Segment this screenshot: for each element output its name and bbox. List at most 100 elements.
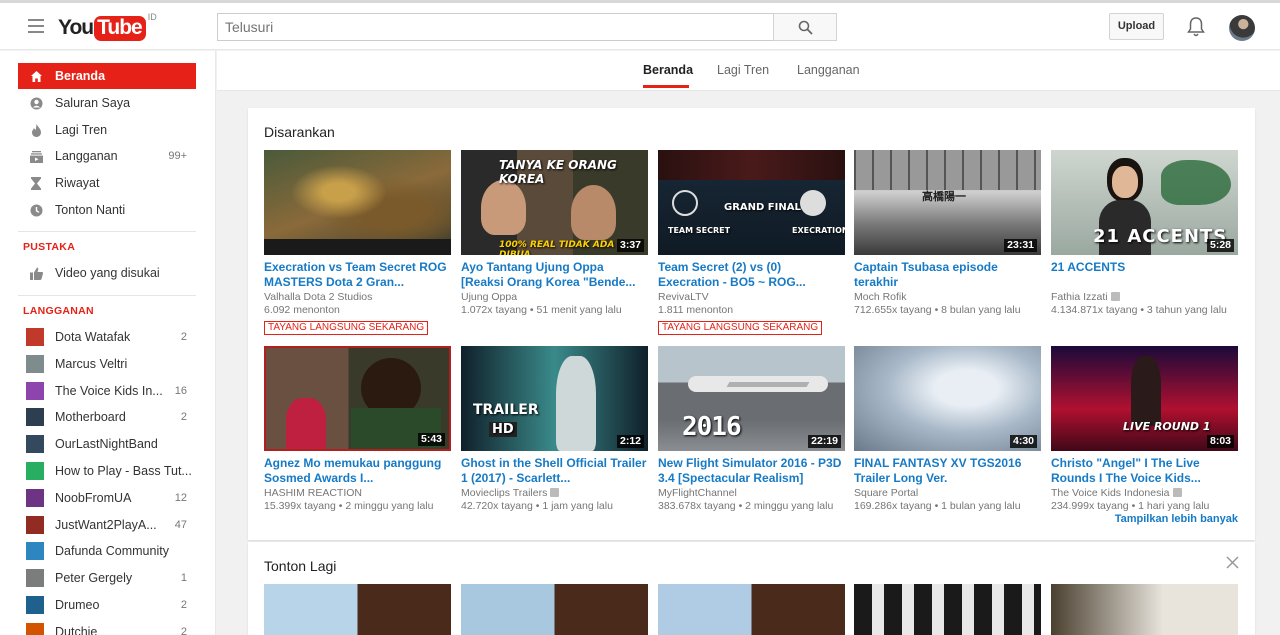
sidebar-item-label: Saluran Saya	[55, 96, 131, 110]
video-thumbnail[interactable]: 21 ACCENTS 5:28	[1051, 150, 1238, 255]
video-thumbnail[interactable]	[854, 584, 1041, 635]
video-thumbnail[interactable]: 2016 22:19	[658, 346, 845, 451]
sidebar-subscription-item[interactable]: Drumeo 2	[18, 592, 196, 618]
video-card[interactable]: 4:30 FINAL FANTASY XV TGS2016 Trailer Lo…	[854, 346, 1041, 513]
video-card[interactable]: GRAND FINAL TEAM SECRET EXECRATION Team …	[658, 150, 845, 335]
sidebar-subscription-item[interactable]: Dota Watafak 2	[18, 324, 196, 350]
sidebar: Beranda Saluran Saya Lagi Tren Langganan…	[0, 51, 216, 635]
video-thumbnail[interactable]: 高橋陽一 23:31	[854, 150, 1041, 255]
notifications-bell-icon[interactable]	[1186, 16, 1206, 38]
video-title[interactable]: 21 ACCENTS	[1051, 260, 1238, 290]
video-card[interactable]: TANYA KE ORANG KOREA 100% REAL TIDAK ADA…	[461, 150, 648, 317]
show-more-link[interactable]: Tampilkan lebih banyak	[1115, 513, 1238, 525]
thumbnail-caption: LIVE ROUND 1	[1123, 420, 1211, 433]
sidebar-subscription-item[interactable]: How to Play - Bass Tut...	[18, 458, 196, 484]
search-input[interactable]	[217, 13, 774, 41]
video-channel[interactable]: Valhalla Dota 2 Studios	[264, 291, 451, 304]
thumbnail-caption: HD	[489, 422, 517, 437]
video-thumbnail[interactable]: TANYA KE ORANG KOREA 100% REAL TIDAK ADA…	[461, 150, 648, 255]
sidebar-item-label: JustWant2PlayA...	[55, 517, 157, 532]
sidebar-subscription-item[interactable]: NoobFromUA 12	[18, 485, 196, 511]
sidebar-item-riwayat[interactable]: Riwayat	[18, 170, 196, 196]
video-meta: 4.134.871x tayang • 3 tahun yang lalu	[1051, 304, 1227, 316]
sidebar-item-beranda[interactable]: Beranda	[18, 63, 196, 89]
video-card[interactable]: TRAILER HD 2:12 Ghost in the Shell Offic…	[461, 346, 648, 513]
sidebar-item-langganan[interactable]: Langganan 99+	[18, 143, 196, 169]
sidebar-subscription-item[interactable]: Dutchie 2	[18, 619, 196, 635]
video-channel[interactable]: Movieclips Trailers	[461, 487, 648, 500]
video-thumbnail[interactable]: 4:30	[854, 346, 1041, 451]
channel-avatar	[26, 488, 44, 507]
account-avatar[interactable]	[1229, 15, 1255, 41]
video-channel[interactable]: RevivaLTV	[658, 291, 845, 304]
video-title[interactable]: Ayo Tantang Ujung Oppa [Reaksi Orang Kor…	[461, 260, 648, 290]
youtube-logo[interactable]: You Tube ID	[58, 12, 157, 42]
sidebar-item-lagi-tren[interactable]: Lagi Tren	[18, 117, 196, 143]
sidebar-subscription-item[interactable]: Motherboard 2	[18, 404, 196, 430]
video-channel[interactable]: Square Portal	[854, 487, 1041, 500]
video-duration: 3:37	[616, 239, 644, 252]
video-title[interactable]: Agnez Mo memukau panggung Sosmed Awards …	[264, 456, 451, 486]
sidebar-item-tonton-nanti[interactable]: Tonton Nanti	[18, 197, 196, 223]
video-thumbnail[interactable]	[658, 584, 845, 635]
sidebar-subscription-item[interactable]: Dafunda Community	[18, 538, 196, 564]
upload-button[interactable]: Upload	[1109, 13, 1164, 40]
sidebar-subscription-item[interactable]: The Voice Kids In... 16	[18, 378, 196, 404]
library-heading: PUSTAKA	[23, 241, 76, 253]
video-thumbnail[interactable]: 5:43	[264, 346, 451, 451]
clock-icon	[29, 203, 43, 217]
video-title[interactable]: Captain Tsubasa episode terakhir	[854, 260, 1041, 290]
video-title[interactable]: FINAL FANTASY XV TGS2016 Trailer Long Ve…	[854, 456, 1041, 486]
new-video-count: 16	[174, 384, 187, 397]
video-channel[interactable]: The Voice Kids Indonesia	[1051, 487, 1238, 500]
sidebar-item-label: Dafunda Community	[55, 544, 169, 559]
tab-beranda[interactable]: Beranda	[643, 63, 693, 77]
video-thumbnail[interactable]	[264, 584, 451, 635]
video-meta: 6.092 menonton	[264, 304, 340, 316]
sidebar-item-label: Marcus Veltri	[55, 356, 128, 371]
close-icon[interactable]	[1226, 556, 1239, 569]
video-card[interactable]: LIVE ROUND 1 8:03 Christo "Angel" I The …	[1051, 346, 1238, 513]
sidebar-item-saluran-saya[interactable]: Saluran Saya	[18, 90, 196, 116]
menu-icon[interactable]	[28, 19, 44, 33]
video-title[interactable]: Team Secret (2) vs (0) Execration - BO5 …	[658, 260, 845, 290]
tab-lagi-tren[interactable]: Lagi Tren	[717, 63, 769, 77]
channel-name[interactable]: Movieclips Trailers	[461, 487, 547, 499]
video-thumbnail[interactable]	[1051, 584, 1238, 635]
video-title[interactable]: Execration vs Team Secret ROG MASTERS Do…	[264, 260, 451, 290]
sidebar-subscription-item[interactable]: Peter Gergely 1	[18, 565, 196, 591]
video-channel[interactable]: Moch Rofik	[854, 291, 1041, 304]
video-title[interactable]: Ghost in the Shell Official Trailer 1 (2…	[461, 456, 648, 486]
video-thumbnail[interactable]	[264, 150, 451, 255]
video-card[interactable]: Execration vs Team Secret ROG MASTERS Do…	[264, 150, 451, 335]
channel-name[interactable]: The Voice Kids Indonesia	[1051, 487, 1170, 499]
video-meta: 42.720x tayang • 1 jam yang lalu	[461, 500, 613, 512]
sidebar-subscription-item[interactable]: Marcus Veltri	[18, 351, 196, 377]
sidebar-item-liked-videos[interactable]: Video yang disukai	[18, 260, 196, 286]
channel-name[interactable]: Fathia Izzati	[1051, 291, 1108, 303]
thumbnail-caption: 高橋陽一	[922, 190, 966, 203]
video-title[interactable]: New Flight Simulator 2016 - P3D 3.4 [Spe…	[658, 456, 845, 486]
video-thumbnail[interactable]: LIVE ROUND 1 8:03	[1051, 346, 1238, 451]
thumbnail-caption: TANYA KE ORANG KOREA	[499, 158, 617, 186]
video-card[interactable]: 2016 22:19 New Flight Simulator 2016 - P…	[658, 346, 845, 513]
channel-avatar	[26, 328, 44, 346]
video-title[interactable]: Christo "Angel" I The Live Rounds I The …	[1051, 456, 1238, 486]
video-channel[interactable]: HASHIM REACTION	[264, 487, 451, 500]
new-video-count: 47	[174, 518, 187, 531]
sidebar-subscription-item[interactable]: OurLastNightBand	[18, 431, 196, 457]
video-card[interactable]: 5:43 Agnez Mo memukau panggung Sosmed Aw…	[264, 346, 451, 513]
video-card[interactable]: 高橋陽一 23:31 Captain Tsubasa episode terak…	[854, 150, 1041, 317]
video-thumbnail[interactable]: TRAILER HD 2:12	[461, 346, 648, 451]
sidebar-subscription-item[interactable]: JustWant2PlayA... 47	[18, 512, 196, 538]
video-channel[interactable]: Ujung Oppa	[461, 291, 648, 304]
tab-langganan[interactable]: Langganan	[797, 63, 860, 77]
video-channel[interactable]: Fathia Izzati	[1051, 291, 1238, 304]
search-button[interactable]	[773, 13, 837, 41]
video-channel[interactable]: MyFlightChannel	[658, 487, 845, 500]
flame-icon	[29, 123, 43, 137]
video-card[interactable]: 21 ACCENTS 5:28 21 ACCENTS Fathia Izzati…	[1051, 150, 1238, 317]
video-thumbnail[interactable]: GRAND FINAL TEAM SECRET EXECRATION	[658, 150, 845, 255]
video-thumbnail[interactable]	[461, 584, 648, 635]
sidebar-item-label: Motherboard	[55, 410, 126, 425]
